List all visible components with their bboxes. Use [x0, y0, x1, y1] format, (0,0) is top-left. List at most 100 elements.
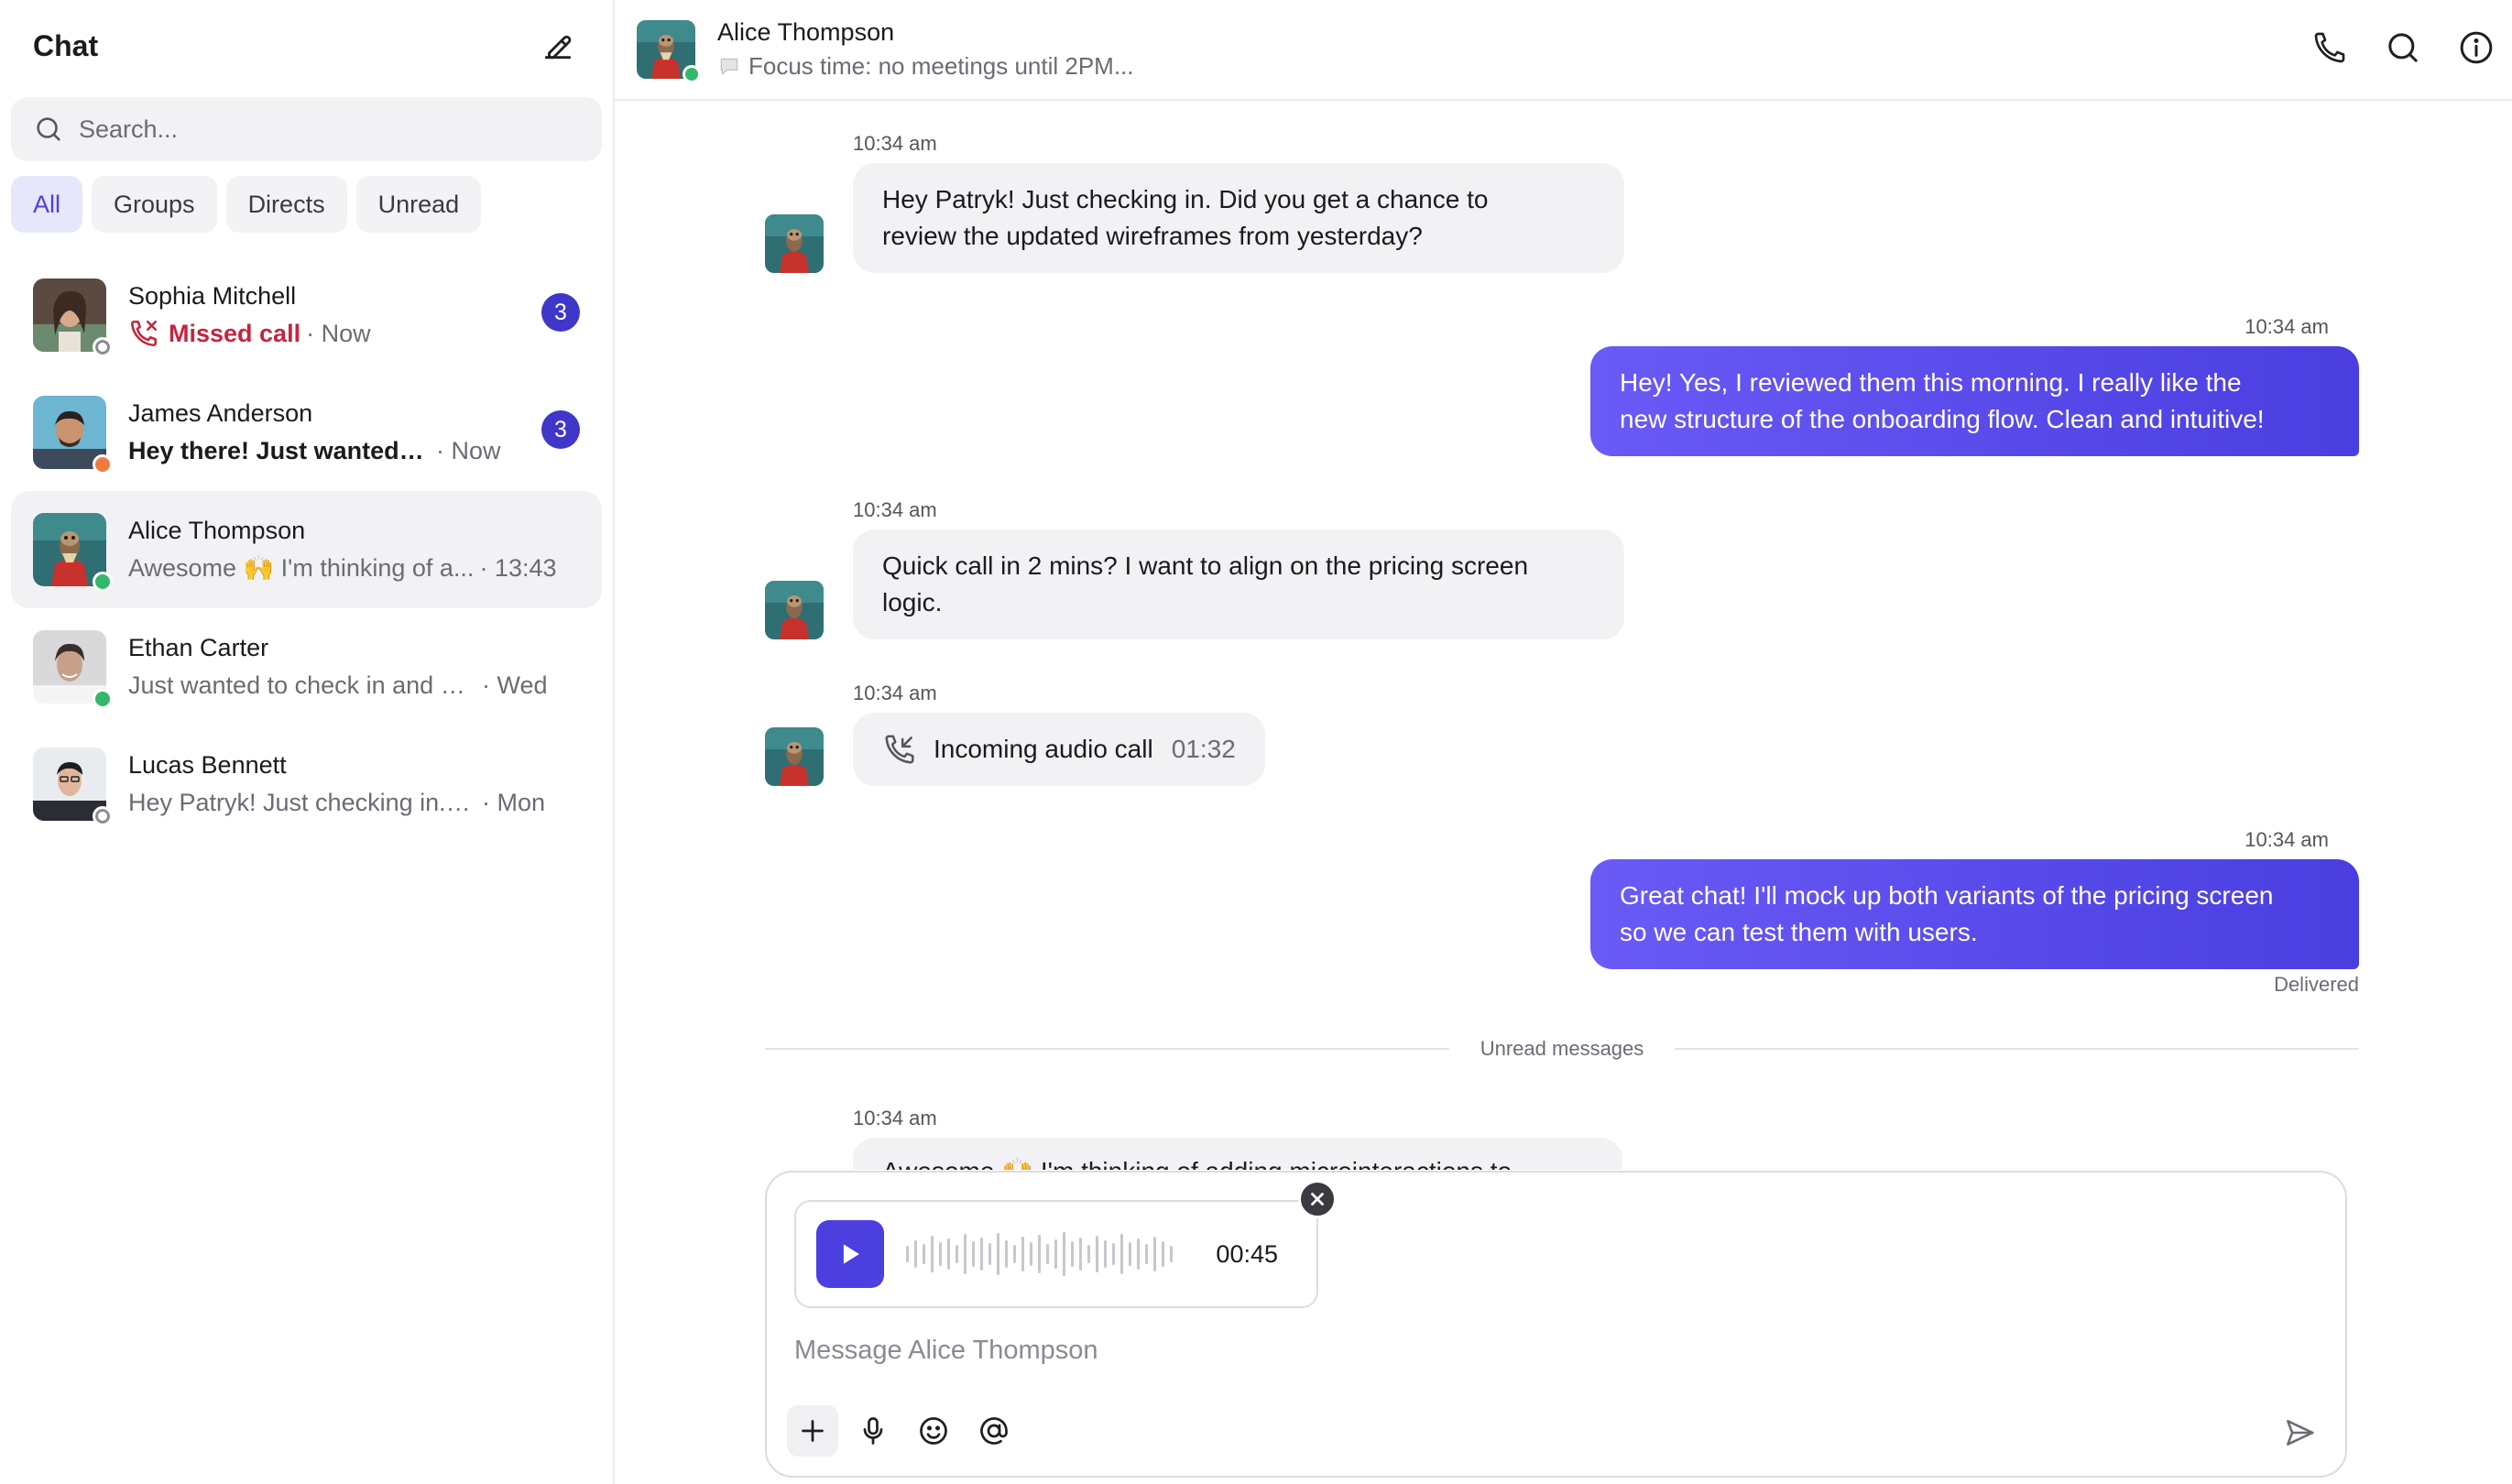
emoji-icon — [920, 1417, 947, 1445]
waveform-bar — [1021, 1237, 1024, 1271]
chat-main: Alice Thompson Focus time: no meetings u… — [615, 0, 2512, 1484]
waveform-bar — [1005, 1240, 1008, 1268]
waveform-bar — [1170, 1246, 1173, 1262]
message-text-line: Hey Patryk! Just checking in. Did you ge… — [882, 185, 1489, 213]
waveform-bar — [906, 1246, 909, 1262]
play-icon — [843, 1244, 859, 1264]
avatar — [33, 747, 113, 826]
avatar — [33, 630, 113, 709]
waveform-bar — [964, 1234, 967, 1274]
conversation-body: James Anderson Hey there! Just wanted t.… — [128, 397, 580, 468]
waveform-bar — [1079, 1238, 1082, 1271]
waveform-bar — [1153, 1237, 1156, 1271]
conversation-item[interactable]: Ethan Carter Just wanted to check in and… — [11, 608, 602, 726]
waveform-bar — [1137, 1238, 1140, 1270]
conversation-preview: Awesome 🙌 I'm thinking of a... — [128, 554, 475, 582]
message-thread: 10:34 am Hey Patryk! Just checking in. D… — [615, 103, 2512, 1170]
incoming-message[interactable]: Hey Patryk! Just checking in. Did you ge… — [853, 163, 1624, 273]
message-input[interactable] — [794, 1336, 2260, 1366]
filter-groups[interactable]: Groups — [92, 176, 217, 233]
conversation-item-selected[interactable]: Alice Thompson Awesome 🙌 I'm thinking of… — [11, 491, 602, 608]
waveform-bar — [1038, 1235, 1041, 1273]
remove-attachment-button[interactable] — [1298, 1180, 1337, 1218]
call-log-message[interactable]: Incoming audio call 01:32 — [853, 713, 1265, 786]
message-timestamp: 10:34 am — [2244, 828, 2329, 851]
header-avatar[interactable] — [637, 20, 701, 83]
search-chat-button[interactable] — [2380, 25, 2426, 71]
avatar — [33, 396, 113, 475]
microphone-icon — [863, 1417, 883, 1445]
voice-record-button[interactable] — [847, 1405, 899, 1457]
unread-divider: Unread messages — [765, 1037, 2360, 1061]
waveform-bar — [1129, 1242, 1131, 1266]
filter-all[interactable]: All — [11, 176, 83, 233]
status-online-dot — [93, 689, 113, 709]
filter-directs[interactable]: Directs — [225, 176, 347, 233]
audio-duration: 00:45 — [1216, 1239, 1278, 1268]
conversation-name: Sophia Mitchell — [128, 282, 297, 310]
conversation-item[interactable]: Lucas Bennett Hey Patryk! Just checking … — [11, 726, 602, 843]
message-timestamp: 10:34 am — [853, 1107, 937, 1129]
incoming-call-icon — [885, 735, 914, 764]
sidebar-header: Chat — [0, 0, 613, 92]
missed-call-icon — [130, 320, 158, 347]
call-duration: 01:32 — [1171, 735, 1236, 763]
waveform-bar — [1112, 1243, 1115, 1265]
info-button[interactable] — [2453, 25, 2499, 71]
conversation-preview-line: Just wanted to check in and se... · Wed — [128, 668, 580, 703]
message-timestamp: 10:34 am — [853, 682, 937, 704]
conversation-name: Alice Thompson — [128, 517, 306, 544]
avatar — [33, 278, 113, 357]
message-text-line: so we can test them with users. — [1620, 918, 1978, 946]
plus-icon — [802, 1420, 824, 1442]
conversation-item[interactable]: James Anderson Hey there! Just wanted t.… — [11, 374, 602, 491]
search-icon — [2388, 33, 2418, 62]
audio-waveform — [906, 1227, 1173, 1282]
compose-button[interactable] — [536, 24, 580, 68]
search-input[interactable] — [79, 115, 580, 144]
mention-button[interactable] — [968, 1405, 1020, 1457]
incoming-message[interactable]: Quick call in 2 mins? I want to align on… — [853, 529, 1624, 639]
unread-badge: 3 — [541, 293, 580, 332]
waveform-bar — [972, 1241, 975, 1267]
filter-unread[interactable]: Unread — [355, 176, 482, 233]
waveform-bar — [1071, 1241, 1074, 1267]
conversation-preview-line: Missed call · Now — [128, 316, 580, 351]
conversation-body: Sophia Mitchell Missed call · Now — [128, 279, 580, 351]
call-label: Incoming audio call — [934, 735, 1153, 763]
chat-header: Alice Thompson Focus time: no meetings u… — [615, 0, 2512, 101]
status-online-dot — [683, 65, 701, 83]
phone-icon — [2314, 32, 2345, 63]
waveform-bar — [1104, 1240, 1107, 1268]
unread-badge: 3 — [541, 410, 580, 449]
waveform-bar — [1054, 1239, 1057, 1269]
incoming-message[interactable]: Awesome 🙌 I'm thinking of adding microin… — [853, 1138, 1622, 1170]
sidebar-title: Chat — [33, 28, 99, 62]
conversation-body: Alice Thompson Awesome 🙌 I'm thinking of… — [128, 514, 580, 585]
call-button[interactable] — [2307, 25, 2353, 71]
send-button[interactable] — [2274, 1407, 2325, 1458]
message-avatar — [765, 727, 824, 786]
conversation-time: · 13:43 — [479, 554, 557, 582]
conversation-body: Lucas Bennett Hey Patryk! Just checking … — [128, 748, 580, 820]
attach-button[interactable] — [787, 1405, 838, 1457]
message-text-line: Quick call in 2 mins? I want to align on… — [882, 551, 1529, 580]
waveform-bar — [988, 1243, 991, 1265]
avatar — [33, 513, 113, 592]
play-button[interactable] — [816, 1220, 884, 1288]
message-timestamp: 10:34 am — [2244, 315, 2329, 338]
outgoing-message[interactable]: Hey! Yes, I reviewed them this morning. … — [1590, 346, 2359, 456]
status-offline-dot — [93, 806, 113, 826]
waveform-bar — [1046, 1244, 1049, 1264]
conversation-list: Sophia Mitchell Missed call · Now 3 Jame… — [0, 256, 613, 843]
status-offline-dot — [93, 337, 113, 357]
conversation-preview-line: Hey Patryk! Just checking in. D... · Mon — [128, 785, 580, 820]
outgoing-message[interactable]: Great chat! I'll mock up both variants o… — [1590, 859, 2359, 969]
delivery-receipt: Delivered — [2274, 973, 2359, 996]
search-icon — [37, 117, 60, 141]
voice-note-attachment: 00:45 — [794, 1200, 1318, 1308]
conversation-item[interactable]: Sophia Mitchell Missed call · Now 3 — [11, 256, 602, 374]
emoji-button[interactable] — [908, 1405, 959, 1457]
waveform-bar — [997, 1233, 999, 1275]
message-text-line: new structure of the onboarding flow. Cl… — [1620, 405, 2265, 433]
